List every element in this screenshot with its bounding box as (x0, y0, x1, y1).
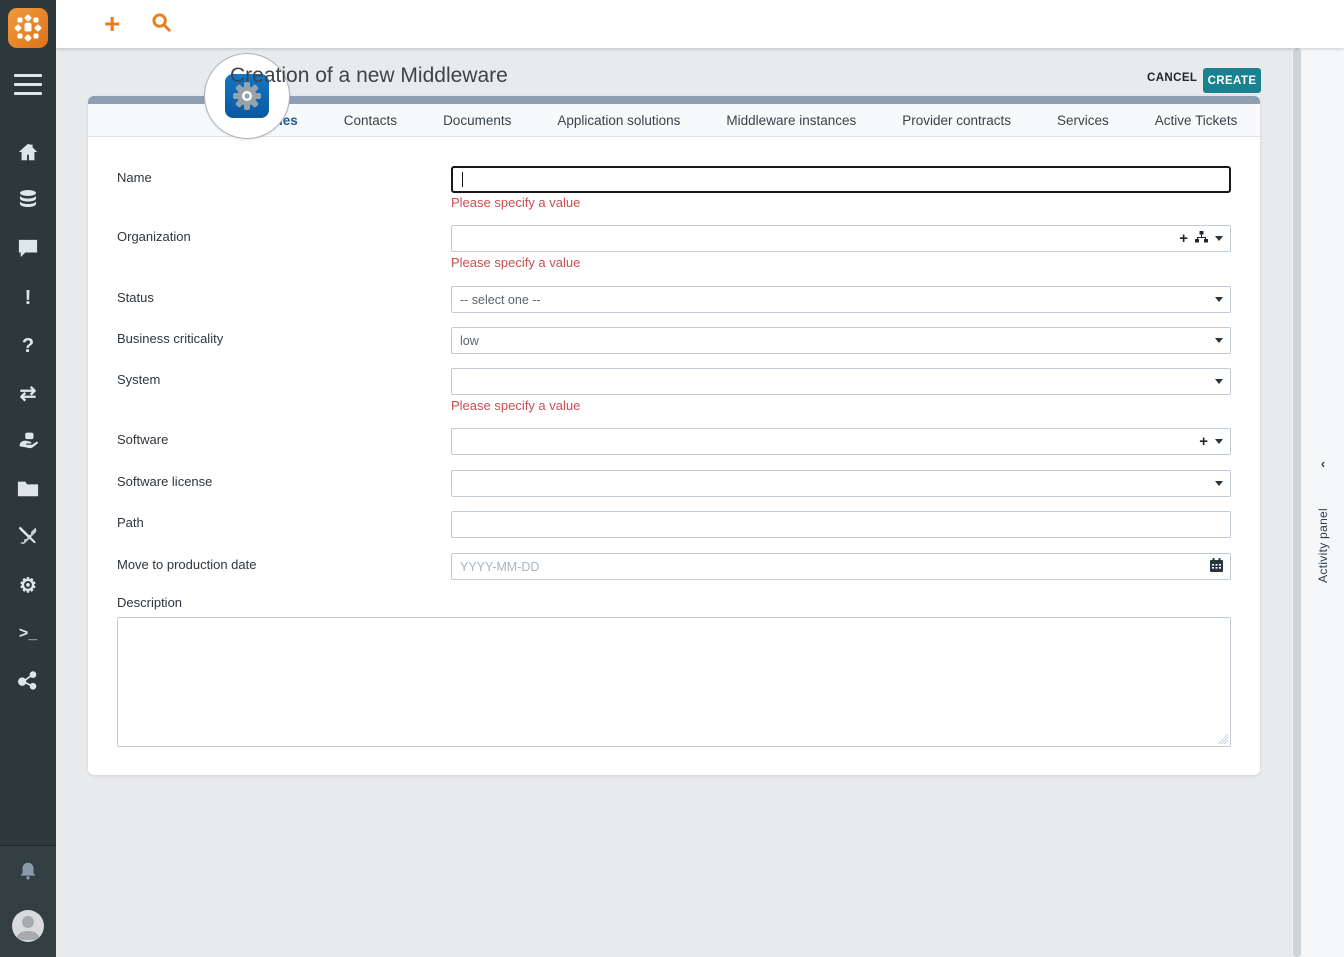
exclamation-icon: ! (24, 287, 32, 309)
sidebar-item-services[interactable] (0, 418, 56, 466)
tab-middleware-instances[interactable]: Middleware instances (726, 113, 856, 128)
tab-provider-contracts[interactable]: Provider contracts (902, 113, 1011, 128)
sidebar-item-home[interactable] (0, 130, 56, 178)
exchange-icon: ⇄ (19, 383, 37, 405)
tab-active-tickets[interactable]: Active Tickets (1155, 113, 1238, 128)
add-software-icon[interactable]: + (1199, 434, 1208, 449)
activity-panel-label: Activity panel (1316, 507, 1330, 583)
sidebar-item-help[interactable]: ? (0, 322, 56, 370)
vertical-scrollbar[interactable] (1292, 48, 1302, 957)
cancel-button[interactable]: CANCEL (1147, 72, 1197, 84)
software-license-label: Software license (117, 474, 213, 489)
database-icon (18, 189, 38, 216)
software-label: Software (117, 432, 169, 447)
search-icon (150, 12, 172, 37)
textarea-resize-handle[interactable] (1218, 734, 1228, 744)
calendar-icon[interactable] (1210, 558, 1223, 575)
description-textarea[interactable] (117, 617, 1231, 747)
tab-services[interactable]: Services (1057, 113, 1109, 128)
share-icon (18, 670, 38, 695)
business-criticality-label: Business criticality (117, 331, 224, 346)
create-button[interactable]: CREATE (1203, 68, 1261, 93)
software-license-select[interactable] (451, 470, 1231, 497)
chevron-left-icon: ‹ (1320, 456, 1326, 471)
path-input[interactable] (451, 511, 1231, 538)
software-input[interactable]: + (451, 428, 1231, 455)
organization-dropdown-icon[interactable] (1215, 236, 1223, 241)
sidebar: ! ? ⇄ ⚙ >_ (0, 0, 56, 957)
global-search-button[interactable] (150, 11, 172, 38)
organization-label: Organization (117, 229, 191, 244)
sidebar-item-documents[interactable] (0, 466, 56, 514)
sidebar-item-admin[interactable]: ⚙ (0, 562, 56, 610)
status-dropdown-icon[interactable] (1215, 297, 1223, 302)
business-criticality-dropdown-icon[interactable] (1215, 338, 1223, 343)
date-placeholder: YYYY-MM-DD (460, 559, 540, 574)
name-error: Please specify a value (451, 195, 581, 210)
system-select[interactable] (451, 368, 1231, 395)
system-error: Please specify a value (451, 398, 581, 413)
terminal-icon: >_ (18, 625, 38, 642)
hierarchy-icon[interactable] (1195, 231, 1208, 246)
menu-toggle-icon[interactable] (14, 74, 42, 98)
activity-panel-collapsed: ‹ Activity panel (1302, 48, 1344, 957)
sidebar-item-cmdb[interactable] (0, 178, 56, 226)
properties-form: Name Please specify a value Organization… (88, 137, 1260, 775)
notifications-button[interactable] (0, 860, 56, 887)
add-organization-icon[interactable]: + (1179, 231, 1188, 246)
status-select[interactable]: -- select one -- (451, 286, 1231, 313)
name-label: Name (117, 170, 152, 185)
sidebar-item-faq[interactable] (0, 226, 56, 274)
business-criticality-select[interactable]: low (451, 327, 1231, 354)
system-label: System (117, 372, 161, 387)
sidebar-item-console[interactable]: >_ (0, 610, 56, 658)
tools-icon (17, 525, 39, 552)
business-criticality-value: low (460, 333, 479, 348)
path-label: Path (117, 515, 144, 530)
status-label: Status (117, 290, 154, 305)
software-license-dropdown-icon[interactable] (1215, 481, 1223, 486)
organization-input[interactable]: + (451, 225, 1231, 252)
page-title: Creation of a new Middleware (230, 64, 508, 87)
description-label: Description (117, 595, 183, 610)
folder-icon (17, 479, 39, 502)
chat-icon (17, 238, 39, 263)
system-dropdown-icon[interactable] (1215, 379, 1223, 384)
tab-documents[interactable]: Documents (443, 113, 511, 128)
name-input[interactable] (451, 166, 1231, 193)
sidebar-item-changes[interactable]: ⇄ (0, 370, 56, 418)
global-toolbar: + (56, 0, 1344, 48)
sidebar-item-config[interactable] (0, 514, 56, 562)
tab-application-solutions[interactable]: Application solutions (557, 113, 680, 128)
activity-panel-expand-button[interactable]: ‹ (1302, 456, 1344, 471)
home-icon (17, 141, 39, 168)
sidebar-item-problems[interactable]: ! (0, 274, 56, 322)
move-to-production-date-label: Move to production date (117, 557, 257, 572)
organization-error: Please specify a value (451, 255, 581, 270)
bell-icon (17, 860, 39, 887)
activity-panel-label-wrap[interactable]: Activity panel (1302, 480, 1344, 610)
status-value: -- select one -- (460, 292, 541, 307)
move-to-production-date-input[interactable]: YYYY-MM-DD (451, 553, 1231, 580)
user-avatar[interactable] (12, 910, 44, 942)
hand-icon (17, 430, 39, 455)
new-object-button[interactable]: + (104, 10, 120, 38)
sidebar-footer (0, 845, 56, 957)
question-icon: ? (21, 335, 35, 357)
tab-contacts[interactable]: Contacts (344, 113, 397, 128)
sidebar-item-integrations[interactable] (0, 658, 56, 706)
software-dropdown-icon[interactable] (1215, 439, 1223, 444)
itop-logo-icon[interactable] (8, 8, 48, 48)
scrollbar-thumb[interactable] (1293, 48, 1301, 957)
object-creation-card: Properties Contacts Documents Applicatio… (88, 53, 1260, 775)
text-cursor (462, 172, 463, 187)
gear-icon: ⚙ (19, 575, 37, 597)
